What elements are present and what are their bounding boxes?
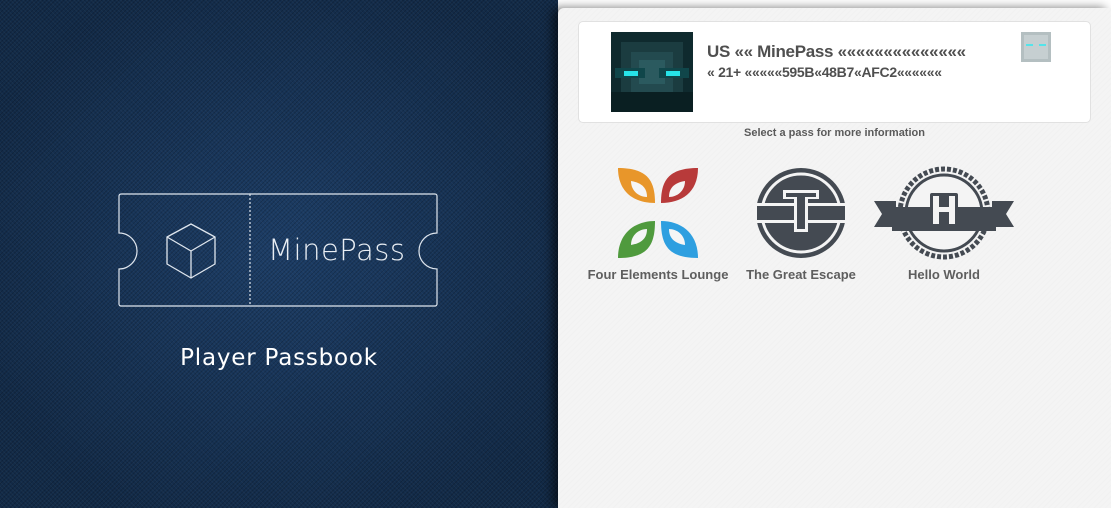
app-subtitle: Player Passbook [180, 345, 378, 371]
enderman-face-icon [611, 32, 693, 112]
player-avatar [611, 32, 693, 112]
pass-label-great-escape: The Great Escape [746, 267, 856, 282]
branding-panel: MinePass Player Passbook [0, 0, 558, 508]
pass-tile-great-escape[interactable]: The Great Escape [740, 163, 862, 282]
t-badge-logo-icon [753, 168, 849, 258]
pass-tile-four-elements[interactable]: Four Elements Lounge [586, 163, 730, 282]
pass-label-four-elements: Four Elements Lounge [587, 267, 729, 282]
passes-panel: US «« MinePass «««««««««««««« « 21+ ««««… [558, 8, 1111, 508]
select-pass-hint: Select a pass for more information [744, 127, 925, 139]
pass-label-hello-world: Hello World [908, 267, 980, 282]
app-root: MinePass Player Passbook US «« MinePass … [0, 0, 1111, 508]
pass-tile-hello-world[interactable]: Hello World [874, 163, 1014, 282]
mrz-line-1: US «« MinePass «««««««««««««« [707, 42, 966, 61]
pass-qr-thumbnail [1021, 32, 1051, 62]
mrz-line-2: « 21+ «««««595B«48B7«AFC2«««««« [707, 64, 942, 80]
cube-icon [166, 223, 216, 279]
four-elements-logo-icon [618, 168, 698, 258]
active-pass-card[interactable]: US «« MinePass «««««««««««««« « 21+ ««««… [578, 21, 1091, 123]
ticket-brand-name: MinePass [268, 233, 406, 267]
h-ribbon-logo-icon [874, 166, 1014, 260]
